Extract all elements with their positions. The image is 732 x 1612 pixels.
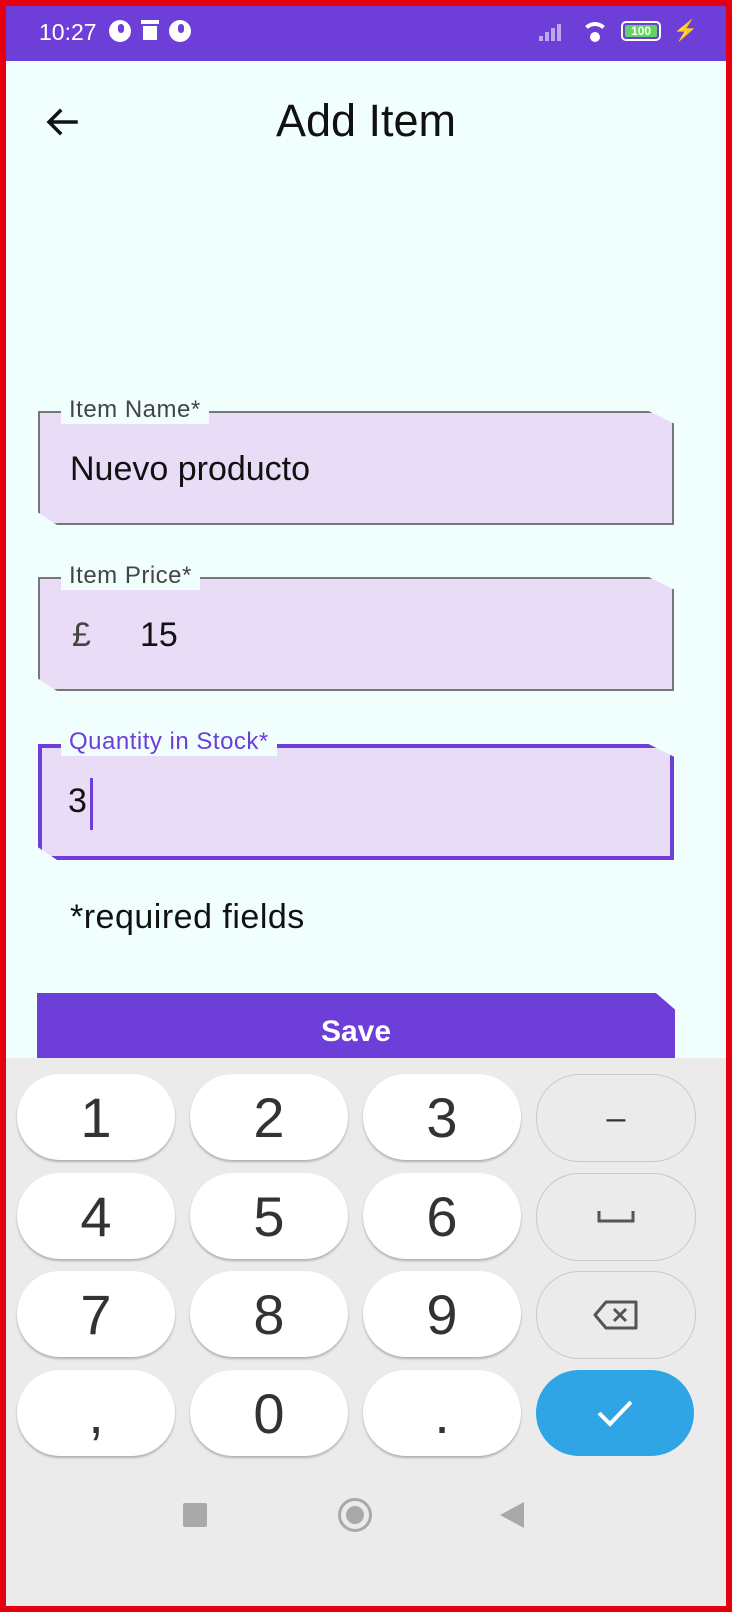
key-4[interactable]: 4 xyxy=(17,1173,175,1259)
key-2[interactable]: 2 xyxy=(190,1074,348,1160)
charging-icon: ⚡ xyxy=(673,20,698,42)
quantity-field[interactable] xyxy=(38,744,674,860)
key-0[interactable]: 0 xyxy=(190,1370,348,1456)
notification-icons xyxy=(109,20,191,42)
item-price-field[interactable] xyxy=(38,577,674,691)
key-3[interactable]: 3 xyxy=(363,1074,521,1160)
home-icon[interactable] xyxy=(338,1498,372,1532)
key-done[interactable] xyxy=(536,1370,694,1456)
key-9[interactable]: 9 xyxy=(363,1271,521,1357)
wifi-icon xyxy=(581,20,610,42)
status-time: 10:27 xyxy=(39,19,97,45)
backspace-icon xyxy=(593,1300,638,1330)
trash-icon xyxy=(141,20,159,40)
quantity-value[interactable]: 3 xyxy=(68,782,87,821)
item-name-label: Item Name* xyxy=(61,396,209,424)
item-price-label: Item Price* xyxy=(61,562,200,590)
signal-off-icon xyxy=(539,21,569,41)
key-minus[interactable]: – xyxy=(536,1074,696,1162)
required-fields-note: *required fields xyxy=(70,898,305,936)
quantity-label: Quantity in Stock* xyxy=(61,728,277,756)
item-price-value[interactable]: 15 xyxy=(140,616,178,655)
key-1[interactable]: 1 xyxy=(17,1074,175,1160)
navigation-bar xyxy=(0,1486,732,1546)
status-bar: 10:27 100 ⚡ xyxy=(6,6,726,61)
key-6[interactable]: 6 xyxy=(363,1173,521,1259)
key-backspace[interactable] xyxy=(536,1271,696,1359)
page-title: Add Item xyxy=(275,95,457,146)
notification-icon xyxy=(109,20,131,42)
notification-icon xyxy=(169,20,191,42)
space-icon xyxy=(597,1211,635,1223)
battery-level: 100 xyxy=(625,25,658,38)
battery-icon: 100 xyxy=(621,21,662,41)
item-name-value[interactable]: Nuevo producto xyxy=(70,450,310,489)
key-7[interactable]: 7 xyxy=(17,1271,175,1357)
text-cursor xyxy=(90,778,93,830)
key-5[interactable]: 5 xyxy=(190,1173,348,1259)
key-comma[interactable]: , xyxy=(17,1370,175,1456)
checkmark-icon xyxy=(597,1400,633,1427)
currency-symbol: £ xyxy=(72,616,91,654)
system-icons: 100 ⚡ xyxy=(539,20,698,42)
key-period[interactable]: . xyxy=(363,1370,521,1456)
recents-icon[interactable] xyxy=(183,1503,207,1527)
save-button[interactable]: Save xyxy=(37,993,675,1059)
back-triangle-icon[interactable] xyxy=(500,1502,524,1528)
key-8[interactable]: 8 xyxy=(190,1271,348,1357)
key-space[interactable] xyxy=(536,1173,696,1261)
